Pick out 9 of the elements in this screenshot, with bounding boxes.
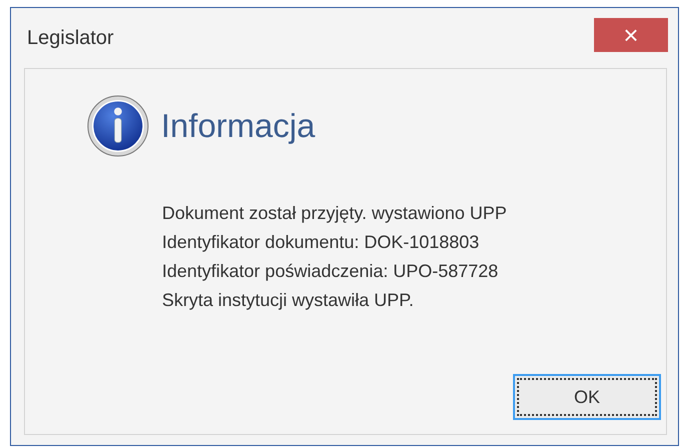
info-icon	[87, 95, 149, 157]
window-title: Legislator	[27, 26, 114, 50]
message-line: Dokument został przyjęty. wystawiono UPP	[162, 202, 508, 225]
ok-button[interactable]: OK	[513, 374, 661, 420]
dialog-heading: Informacja	[161, 107, 316, 145]
message-line: Skryta instytucji wystawiła UPP.	[162, 289, 415, 312]
message-line: Identyfikator poświadczenia: UPO-587728	[162, 260, 500, 283]
message-line: Identyfikator dokumentu: DOK-1018803	[162, 231, 480, 254]
close-button[interactable]: ×	[594, 18, 668, 52]
